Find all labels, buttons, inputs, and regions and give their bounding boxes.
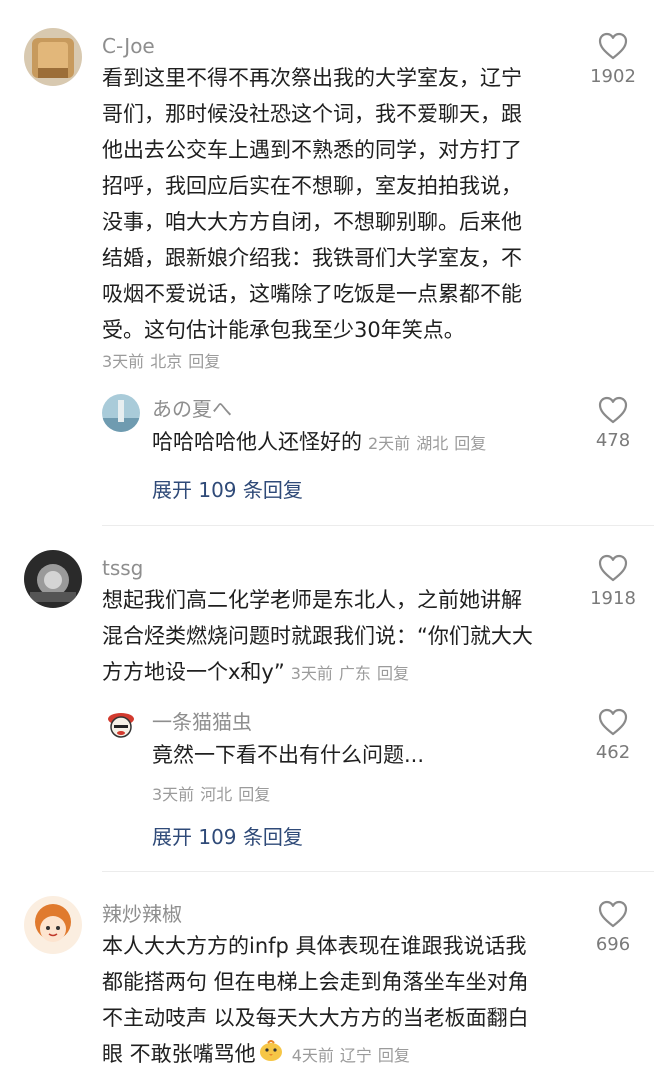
like-button[interactable]: 1918 [583, 554, 643, 609]
like-count: 478 [595, 430, 631, 451]
reply-location: 河北 [200, 785, 233, 804]
comment-location: 辽宁 [339, 1046, 372, 1065]
reply-button[interactable]: 回复 [188, 352, 220, 371]
comment-line: 受。这句估计能承包我至少30年笑点。 [102, 318, 465, 342]
chick-emoji-icon [258, 1037, 284, 1073]
like-count: 696 [595, 934, 631, 955]
like-button[interactable]: 462 [583, 708, 643, 763]
comment-text: 本人大大方方的infp 具体表现在谁跟我说话我 都能搭两句 但在电梯上会走到角落… [102, 928, 572, 1074]
reply-button[interactable]: 回复 [238, 785, 270, 804]
comment-meta: 4天前 辽宁 回复 [292, 1046, 416, 1065]
reply-meta: 2天前 湖北 回复 [368, 434, 492, 453]
reply-location: 湖北 [416, 434, 449, 453]
heart-outline-icon [598, 32, 628, 60]
like-button[interactable]: 696 [583, 900, 643, 955]
expand-replies-button[interactable]: 展开 109 条回复 [152, 821, 303, 850]
comment-line: 眼 不敢张嘴骂他 [102, 1042, 256, 1066]
avatar[interactable] [24, 896, 82, 954]
comment-time: 3天前 [102, 352, 145, 371]
reply-meta: 3天前 河北 回复 [152, 781, 276, 805]
username[interactable]: 辣炒辣椒 [102, 902, 182, 926]
comment-line-with-meta: 方方地设一个x和y” 3天前 广东 回复 [102, 654, 572, 692]
comment-line: 吸烟不爱说话，这嘴除了吃饭是一点累都不能 [102, 282, 522, 306]
reply-button[interactable]: 回复 [378, 1046, 410, 1065]
heart-outline-icon [598, 396, 628, 424]
heart-outline-icon [598, 708, 628, 736]
comment-line-with-meta: 眼 不敢张嘴骂他 4天前 辽宁 回复 [102, 1036, 572, 1074]
username[interactable]: あの夏へ [152, 397, 232, 421]
comment-time: 4天前 [291, 1046, 334, 1065]
comment-text: 看到这里不得不再次祭出我的大学室友，辽宁 哥们，那时候没社恐这个词，我不爱聊天，… [102, 60, 572, 348]
avatar[interactable] [102, 705, 140, 743]
comment-line: 不主动吱声 以及每天大大方方的当老板面翻白 [102, 1006, 529, 1030]
comment-time: 3天前 [290, 664, 333, 683]
reply-time: 3天前 [152, 785, 195, 804]
username[interactable]: C-Joe [102, 34, 155, 58]
divider [102, 871, 654, 872]
reply-button[interactable]: 回复 [377, 664, 409, 683]
comment-meta: 3天前 北京 回复 [102, 348, 226, 372]
comment-line: 结婚，跟新娘介绍我：我铁哥们大学室友，不 [102, 246, 522, 270]
comment-line: 想起我们高二化学老师是东北人，之前她讲解 [102, 588, 522, 612]
like-button[interactable]: 1902 [583, 32, 643, 87]
username[interactable]: tssg [102, 556, 143, 580]
username[interactable]: 一条猫猫虫 [152, 710, 252, 734]
like-button[interactable]: 478 [583, 396, 643, 451]
comment-line: 招呼，我回应后实在不想聊，室友拍拍我说， [102, 174, 522, 198]
heart-outline-icon [598, 900, 628, 928]
comment-line: 混合烃类燃烧问题时就跟我们说：“你们就大大 [102, 624, 533, 648]
comment-location: 广东 [338, 664, 371, 683]
comment-meta: 3天前 广东 回复 [291, 664, 415, 683]
reply-text-row: 哈哈哈哈他人还怪好的 2天前 湖北 回复 [152, 424, 572, 462]
heart-outline-icon [598, 554, 628, 582]
reply-text: 竟然一下看不出有什么问题... [152, 743, 425, 767]
comment-line: 看到这里不得不再次祭出我的大学室友，辽宁 [102, 66, 522, 90]
like-count: 1918 [590, 588, 636, 609]
like-count: 462 [595, 742, 631, 763]
comment-line: 本人大大方方的infp 具体表现在谁跟我说话我 [102, 934, 527, 958]
comment-text: 想起我们高二化学老师是东北人，之前她讲解 混合烃类燃烧问题时就跟我们说：“你们就… [102, 582, 572, 692]
avatar[interactable] [102, 394, 140, 432]
like-count: 1902 [590, 66, 636, 87]
reply-time: 2天前 [368, 434, 411, 453]
avatar[interactable] [24, 550, 82, 608]
comment-line: 没事，咱大大方方自闭，不想聊别聊。后来他 [102, 210, 522, 234]
comment-location: 北京 [150, 352, 183, 371]
comment-line: 他出去公交车上遇到不熟悉的同学，对方打了 [102, 138, 522, 162]
expand-replies-button[interactable]: 展开 109 条回复 [152, 474, 303, 503]
reply-button[interactable]: 回复 [454, 434, 486, 453]
comment-line: 都能搭两句 但在电梯上会走到角落坐车坐对角 [102, 970, 529, 994]
comment-line: 方方地设一个x和y” [102, 660, 285, 684]
avatar[interactable] [24, 28, 82, 86]
comment-line: 哥们，那时候没社恐这个词，我不爱聊天，跟 [102, 102, 522, 126]
reply-text: 哈哈哈哈他人还怪好的 [152, 430, 362, 454]
divider [102, 525, 654, 526]
